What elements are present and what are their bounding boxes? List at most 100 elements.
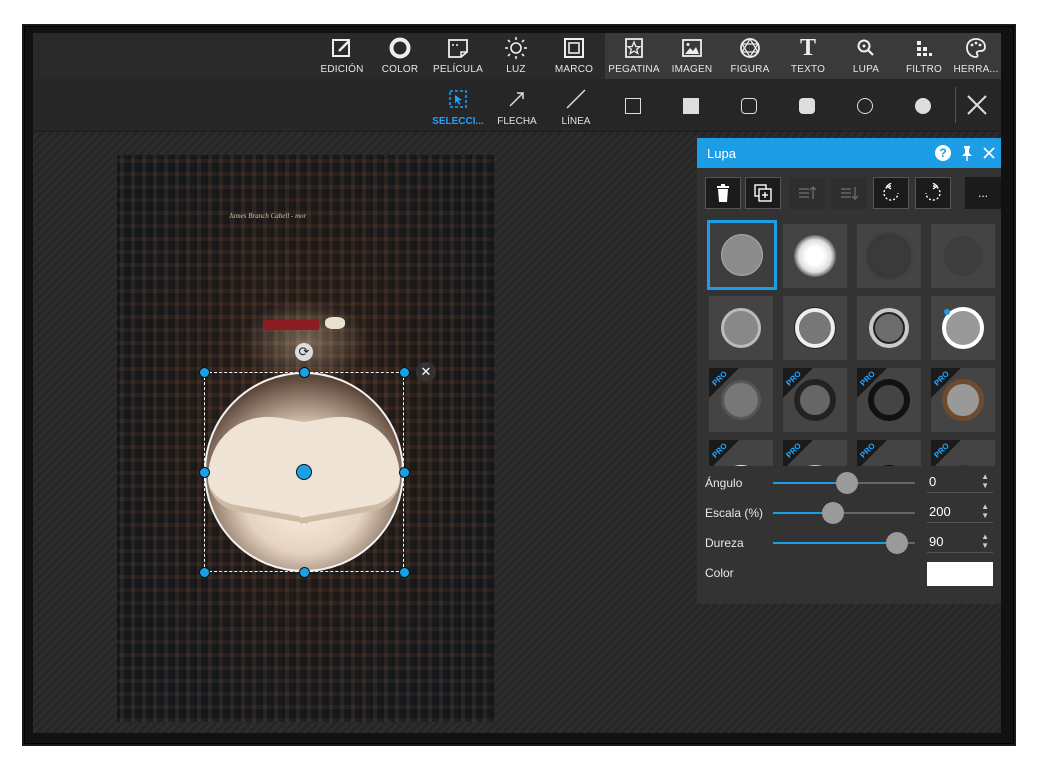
more-options-button[interactable]: ... [965,177,1001,209]
rotate-icon[interactable]: ⟳ [295,343,313,361]
resize-handle-e[interactable] [399,467,410,478]
select-label: SELECCI... [432,116,484,127]
panel-title: Lupa [707,146,736,161]
duplicate-icon[interactable] [745,177,781,209]
stepper-icon[interactable]: ▲ ▼ [981,532,989,550]
send-backward-icon[interactable] [831,177,867,209]
hardness-label: Dureza [705,536,744,550]
help-icon[interactable]: ? [935,145,951,161]
angle-slider[interactable] [773,472,915,494]
lens-style-glow[interactable] [783,224,847,288]
resize-handle-n[interactable] [299,367,310,378]
circle-filled-icon[interactable] [915,98,931,114]
center-handle[interactable] [296,464,312,480]
resize-handle-nw[interactable] [199,367,210,378]
rotate-right-icon[interactable] [915,177,951,209]
lupa-panel: Lupa ? ... PRO PRO PRO PRO PRO PRO PRO P… [697,138,1001,604]
tool-label: LUPA [852,64,880,75]
lens-style-pro-1[interactable]: PRO [709,368,773,432]
lens-style-bevel[interactable] [709,296,773,360]
lens-style-pro-2[interactable]: PRO [783,368,847,432]
line-label: LÍNEA [561,116,591,127]
scale-input[interactable]: 200 ▲ ▼ [927,502,993,523]
tool-lupa[interactable]: LUPA [837,33,895,79]
tool-herramientas[interactable]: HERRA... [951,33,1001,79]
lens-style-pro-6[interactable]: PRO [783,440,847,466]
close-icon[interactable] [965,93,989,117]
lens-style-pin-ring[interactable] [931,296,995,360]
trash-icon[interactable] [705,177,741,209]
tool-label: FIGURA [730,64,770,75]
toolbar-divider [955,87,956,123]
tool-marco[interactable]: MARCO [545,33,603,79]
more-label: ... [977,186,988,200]
tool-pegatina[interactable]: PEGATINA [605,33,663,79]
resize-handle-s[interactable] [299,567,310,578]
slider-fill [773,542,897,544]
rectangle-outline-icon[interactable] [625,98,641,114]
hardness-slider[interactable] [773,532,915,554]
color-ring-icon [388,36,412,60]
slider-knob[interactable] [885,532,908,554]
angle-row: Ángulo 0 ▲ ▼ [697,468,1001,498]
lens-style-pro-4[interactable]: PRO [931,368,995,432]
tool-texto[interactable]: T TEXTO [779,33,837,79]
rotate-left-icon[interactable] [873,177,909,209]
angle-input[interactable]: 0 ▲ ▼ [927,472,993,493]
tool-label: EDICIÓN [320,64,364,75]
tool-imagen[interactable]: IMAGEN [663,33,721,79]
line-icon [565,87,587,111]
shape-icon [738,36,762,60]
red-book [263,320,319,330]
tool-luz[interactable]: LUZ [487,33,545,79]
tool-figura[interactable]: FIGURA [721,33,779,79]
lens-style-flat[interactable] [707,220,777,290]
circle-outline-icon[interactable] [857,98,873,114]
lens-style-dark[interactable] [857,224,921,288]
tool-color[interactable]: COLOR [371,33,429,79]
hardness-input[interactable]: 90 ▲ ▼ [927,532,993,553]
scale-slider[interactable] [773,502,915,524]
resize-handle-sw[interactable] [199,567,210,578]
panel-title-bar[interactable]: Lupa ? [697,138,1001,168]
lens-swatch [943,236,983,276]
tool-pelicula[interactable]: PELÍCULA [429,33,487,79]
rounded-rect-outline-icon[interactable] [741,98,757,114]
stepper-icon[interactable]: ▲ ▼ [981,472,989,490]
lens-style-white-ring[interactable] [783,296,847,360]
sticker-icon [623,36,645,60]
lens-style-pro-5[interactable]: PRO [709,440,773,466]
resize-handle-ne[interactable] [399,367,410,378]
select-icon [448,87,468,111]
lens-swatch [721,234,763,276]
rectangle-filled-icon[interactable] [683,98,699,114]
color-label: Color [705,566,734,580]
line-tool[interactable]: LÍNEA [551,79,601,131]
tool-label: TEXTO [790,64,826,75]
lens-style-pro-7[interactable]: PRO [857,440,921,466]
select-tool[interactable]: SELECCI... [429,79,487,131]
tool-edicion[interactable]: EDICIÓN [313,33,371,79]
color-swatch-button[interactable] [927,562,993,586]
resize-handle-w[interactable] [199,467,210,478]
arrow-icon [507,87,527,111]
rounded-rect-filled-icon[interactable] [799,98,815,114]
lens-style-metal-ring[interactable] [857,296,921,360]
slider-knob[interactable] [835,472,858,494]
resize-handle-se[interactable] [399,567,410,578]
lens-style-shadow[interactable] [931,224,995,288]
arrow-tool[interactable]: FLECHA [491,79,543,131]
tool-filtro[interactable]: FILTRO [895,33,953,79]
pin-icon[interactable] [959,145,975,161]
scale-label: Escala (%) [705,506,764,520]
stepper-icon[interactable]: ▲ ▼ [981,502,989,520]
lens-style-pro-8[interactable]: PRO [931,440,995,466]
slider-knob[interactable] [821,502,844,524]
hardness-value: 90 [929,534,944,549]
light-bulb [325,317,345,329]
lens-style-pro-3[interactable]: PRO [857,368,921,432]
delete-selection-icon[interactable]: ✕ [416,362,436,382]
bring-forward-icon[interactable] [789,177,825,209]
close-panel-icon[interactable] [981,145,997,161]
magnifier-icon [856,36,876,60]
